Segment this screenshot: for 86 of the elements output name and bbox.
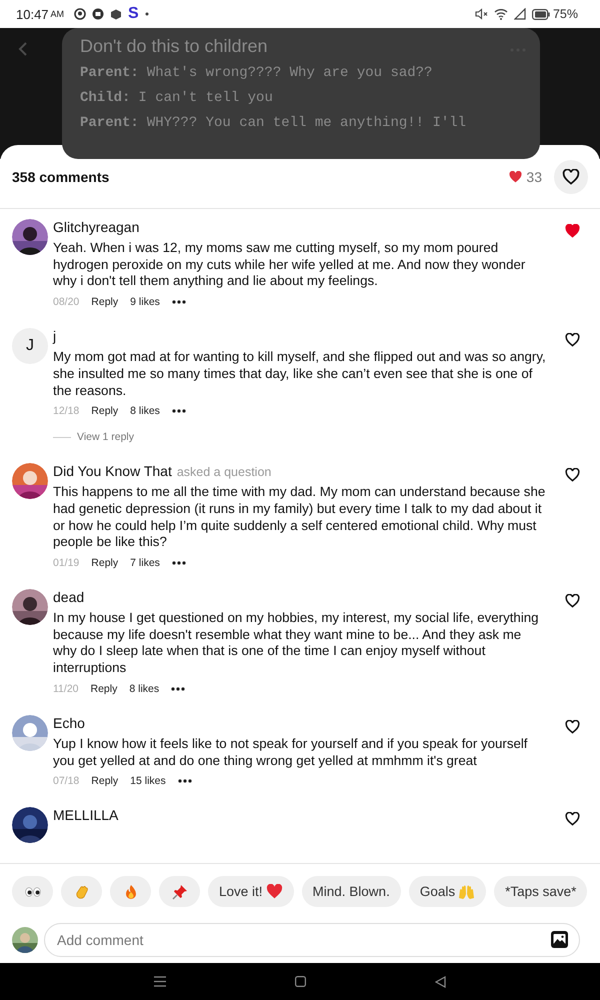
home-icon[interactable] [294,976,306,987]
menu-icon[interactable] [154,976,166,987]
avatar[interactable] [12,927,38,953]
comment-date: 01/19 [53,557,80,570]
pushpin-icon [172,884,188,900]
app-letter: S [128,5,139,23]
reply-button[interactable]: Reply [91,775,118,788]
like-count: 7 likes [130,557,160,570]
like-count: 15 likes [130,775,166,788]
like-count: 8 likes [129,682,160,695]
fire-icon [124,884,138,900]
view-replies-link[interactable]: View 1 reply [77,431,134,444]
comment-text: My mom got mad at for wanting to kill myself, and she flipped out and was so angry, she insulted me so many times that day, like she can’t even see that she is one of the reasons. [53,349,546,400]
avatar[interactable] [12,807,48,844]
commenter-name[interactable]: j [53,328,56,344]
dot-icon [144,12,149,16]
commenter-name[interactable]: Glitchyreagan [53,219,140,235]
reply-button[interactable]: Reply [91,296,118,308]
comment-date: 07/18 [53,775,80,788]
dialogue-text: I can't tell you [138,90,273,106]
commenter-name[interactable]: Did You Know That [53,463,172,480]
notification-icon [92,8,104,20]
dialogue-text: What's wrong???? Why are you sad?? [146,65,432,81]
heart-icon[interactable] [565,468,580,482]
heart-icon[interactable] [565,720,580,734]
heart-icon [509,170,522,182]
avatar[interactable]: J [12,328,48,364]
status-time: 10:47 [16,6,49,22]
reaction-button[interactable] [12,876,53,907]
avatar[interactable] [12,589,48,626]
comment-text: Yeah. When i was 12, my moms saw me cutting myself, so my mom poured hydrogen peroxide on my cuts while her wife yelled at me. And now they wonder why i don't tell them anything and lie about my feelings. [53,240,526,290]
wifi-icon [494,8,508,20]
box-icon [110,8,122,20]
comment-date: 12/18 [53,405,80,418]
reaction-chip[interactable]: Goals [408,876,486,907]
speaker-label: Parent: [80,115,139,131]
more-icon[interactable] [172,300,186,304]
comment-text: This happens to me all the time with my dad. My mom can understand because she had genetic depression (it runs in my family) but every time I talk to my dad about it or how he could help I’m quite suddenly a self centered emotional child. Why must people be like this? [53,484,546,552]
dialogue-text: WHY??? You can tell me anything!! I'll [146,115,466,131]
raised-hands-icon [458,884,476,900]
more-icon[interactable] [172,409,186,414]
heart-icon[interactable] [565,333,580,348]
like-count: 8 likes [130,405,160,418]
reaction-chip[interactable]: Mind. Blown. [302,876,401,907]
clapping-hands-icon [74,884,90,900]
more-icon[interactable] [171,686,186,691]
reaction-chip[interactable]: *Taps save* [494,876,588,907]
more-icon[interactable] [178,779,192,784]
reaction-button[interactable] [159,876,200,907]
image-icon[interactable] [551,931,568,948]
like-count: 9 likes [130,296,160,308]
commenter-name[interactable]: Echo [53,714,85,731]
comment-date: 11/20 [53,682,78,695]
reply-button[interactable]: Reply [91,557,118,570]
back-icon[interactable] [434,976,446,988]
more-icon[interactable] [172,561,186,566]
heart-icon [562,168,580,184]
speaker-label: Parent: [80,65,139,81]
like-button[interactable] [554,160,588,194]
battery-level: 75% [552,7,578,21]
comment-field[interactable]: Add comment [44,923,580,957]
mute-icon [474,8,488,20]
heart-icon [266,884,283,899]
signal-icon [514,8,526,20]
heart-icon[interactable] [565,812,580,826]
notification-icon [74,8,86,20]
comment-count: 358 comments [12,168,110,184]
avatar[interactable] [12,463,48,500]
comment-text: In my house I get questioned on my hobbies, my interest, my social life, everything because my life doesn't resemble what they want mine to be... And they ask me why do I sleep late when that is one of the time I can enjoy myself without interruptions [53,610,540,677]
commenter-name[interactable]: dead [53,589,84,606]
reaction-chip[interactable]: Love it! [208,876,294,907]
heart-icon[interactable] [565,594,580,608]
post-title: Don't do this to children [80,36,268,57]
comment-note: asked a question [176,465,272,480]
avatar[interactable] [12,219,48,255]
like-count: 33 [526,168,542,184]
eyes-icon [24,886,40,896]
comment-date: 08/20 [53,296,80,308]
reply-button[interactable]: Reply [90,682,118,695]
comment-text: Yup I know how it feels like to not speak for yourself and if you speak for yourself you get yelled at and do one thing wrong get yelled at mmhmm it's great [53,736,529,770]
status-ampm: AM [50,9,64,19]
speaker-label: Child: [80,90,130,106]
reply-button[interactable]: Reply [91,405,118,418]
reaction-button[interactable] [110,876,151,907]
commenter-name[interactable]: MELLILLA [53,807,118,824]
battery-icon [532,8,550,20]
